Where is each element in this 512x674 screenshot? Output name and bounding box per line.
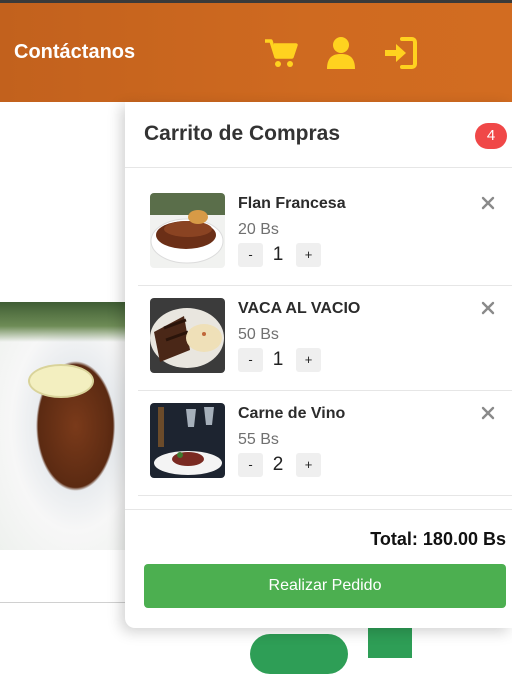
increase-qty-button[interactable]: + bbox=[296, 453, 321, 477]
place-order-button[interactable]: Realizar Pedido bbox=[144, 564, 506, 608]
remove-item-icon[interactable] bbox=[480, 195, 496, 211]
user-icon[interactable] bbox=[323, 35, 359, 71]
cart-item-image bbox=[150, 298, 225, 373]
cart-title: Carrito de Compras bbox=[144, 122, 341, 145]
cart-item-price: 55 Bs bbox=[238, 431, 279, 448]
contact-link[interactable]: Contáctanos bbox=[14, 41, 135, 64]
cart-item-quantity: 1 bbox=[272, 244, 284, 265]
background-button[interactable] bbox=[250, 634, 348, 674]
background-divider bbox=[0, 602, 126, 603]
cart-item-quantity: 1 bbox=[272, 349, 284, 370]
top-navbar: Contáctanos bbox=[0, 0, 512, 102]
cart-count-badge: 4 bbox=[475, 123, 507, 149]
cart-item-name: Carne de Vino bbox=[238, 405, 346, 422]
cart-item-price: 50 Bs bbox=[238, 326, 279, 343]
decrease-qty-button[interactable]: - bbox=[238, 453, 263, 477]
cart-panel: Carrito de Compras 4 Flan Francesa 20 Bs… bbox=[125, 102, 512, 628]
decrease-qty-button[interactable]: - bbox=[238, 243, 263, 267]
cart-footer-divider bbox=[125, 509, 512, 510]
cart-icon[interactable] bbox=[263, 35, 299, 71]
cart-item-quantity: 2 bbox=[272, 454, 284, 475]
remove-item-icon[interactable] bbox=[480, 405, 496, 421]
cart-item: Carne de Vino 55 Bs - 2 + bbox=[138, 391, 512, 496]
increase-qty-button[interactable]: + bbox=[296, 348, 321, 372]
cart-item-image bbox=[150, 193, 225, 268]
garnish-decoration bbox=[0, 302, 126, 342]
cart-item-name: VACA AL VACIO bbox=[238, 300, 361, 317]
cart-item: VACA AL VACIO 50 Bs - 1 + bbox=[138, 286, 512, 391]
butter-decoration bbox=[28, 364, 94, 398]
background-food-image bbox=[0, 302, 126, 550]
cart-item-name: Flan Francesa bbox=[238, 195, 346, 212]
decrease-qty-button[interactable]: - bbox=[238, 348, 263, 372]
remove-item-icon[interactable] bbox=[480, 300, 496, 316]
increase-qty-button[interactable]: + bbox=[296, 243, 321, 267]
cart-item: Flan Francesa 20 Bs - 1 + bbox=[138, 181, 512, 286]
cart-item-price: 20 Bs bbox=[238, 221, 279, 238]
cart-item-image bbox=[150, 403, 225, 478]
cart-total: Total: 180.00 Bs bbox=[370, 529, 506, 549]
cart-header: Carrito de Compras 4 bbox=[125, 102, 512, 168]
background-button-2[interactable] bbox=[368, 628, 412, 658]
sign-in-icon[interactable] bbox=[382, 35, 418, 71]
